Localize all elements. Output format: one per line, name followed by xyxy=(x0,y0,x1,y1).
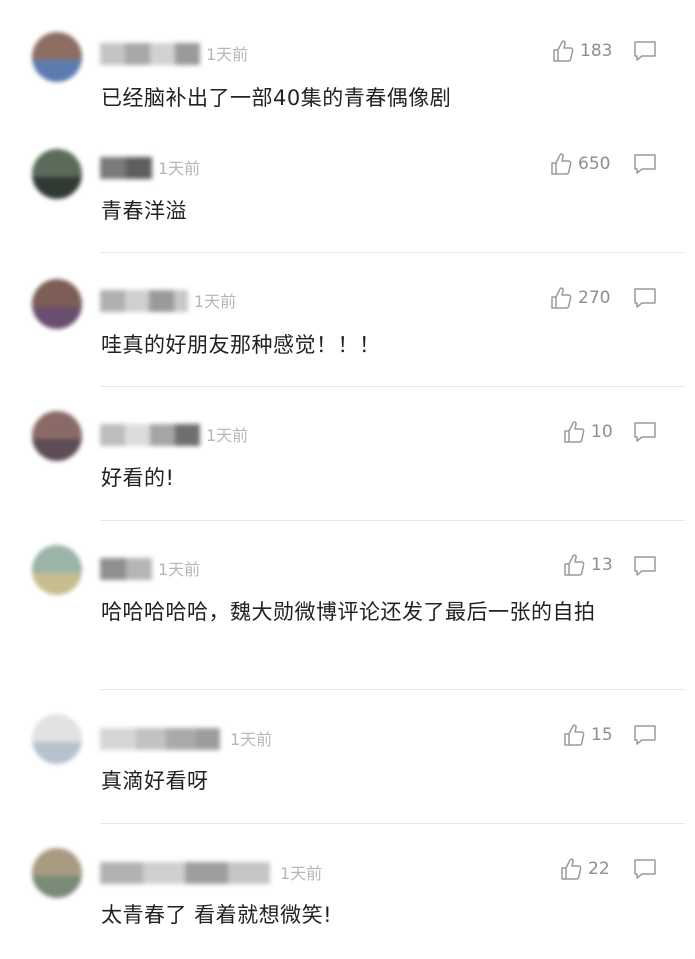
comment-text: 已经脑补出了一部40集的青春偶像剧 xyxy=(101,86,452,110)
reply-button[interactable] xyxy=(633,40,657,62)
comment-time: 1天前 xyxy=(206,426,249,445)
avatar[interactable] xyxy=(32,149,82,199)
username-blurred[interactable] xyxy=(100,862,270,884)
comment-item: 1天前 13 哈哈哈哈哈，魏大勋微博评论还发了最后一张的自拍 xyxy=(0,521,695,690)
comment-item: 1天前 183 已经脑补出了一部40集的青春偶像剧 xyxy=(0,0,695,135)
reply-button[interactable] xyxy=(633,724,657,746)
username-blurred[interactable] xyxy=(100,290,188,312)
avatar[interactable] xyxy=(32,32,82,82)
username-blurred[interactable] xyxy=(100,157,152,179)
comment-bubble-icon xyxy=(633,422,657,447)
like-count: 650 xyxy=(578,154,611,174)
comment-bubble-icon xyxy=(633,556,657,581)
like-button[interactable]: 15 xyxy=(563,722,613,748)
like-count: 15 xyxy=(591,725,613,745)
reply-button[interactable] xyxy=(633,555,657,577)
like-count: 13 xyxy=(591,555,613,575)
like-count: 10 xyxy=(591,422,613,442)
comment-text: 真滴好看呀 xyxy=(101,769,209,793)
thumbs-up-icon xyxy=(550,286,572,310)
comment-time: 1天前 xyxy=(158,560,201,579)
like-count: 22 xyxy=(588,859,610,879)
comment-text: 哇真的好朋友那种感觉！！！ xyxy=(101,333,381,357)
like-button[interactable]: 183 xyxy=(552,38,612,64)
comment-list: 1天前 183 已经脑补出了一部40集的青春偶像剧 1天前 650 青春洋溢 1… xyxy=(0,0,695,959)
comment-text: 哈哈哈哈哈，魏大勋微博评论还发了最后一张的自拍 xyxy=(101,600,596,624)
comment-time: 1天前 xyxy=(194,292,237,311)
reply-button[interactable] xyxy=(633,421,657,443)
like-button[interactable]: 22 xyxy=(560,856,610,882)
thumbs-up-icon xyxy=(550,152,572,176)
comment-item: 1天前 15 真滴好看呀 xyxy=(0,690,695,824)
avatar[interactable] xyxy=(32,411,82,461)
comment-text: 太青春了 看着就想微笑! xyxy=(101,903,333,927)
comment-bubble-icon xyxy=(633,154,657,179)
avatar[interactable] xyxy=(32,848,82,898)
username-blurred[interactable] xyxy=(100,558,152,580)
thumbs-up-icon xyxy=(552,39,574,63)
like-count: 270 xyxy=(578,288,611,308)
thumbs-up-icon xyxy=(563,420,585,444)
avatar[interactable] xyxy=(32,714,82,764)
comment-text: 好看的! xyxy=(101,466,175,490)
comment-time: 1天前 xyxy=(206,45,249,64)
username-blurred[interactable] xyxy=(100,728,220,750)
thumbs-up-icon xyxy=(563,723,585,747)
avatar[interactable] xyxy=(32,279,82,329)
like-button[interactable]: 10 xyxy=(563,419,613,445)
reply-button[interactable] xyxy=(633,287,657,309)
comment-bubble-icon xyxy=(633,859,657,884)
comment-time: 1天前 xyxy=(158,159,201,178)
comment-item: 1天前 22 太青春了 看着就想微笑! xyxy=(0,824,695,959)
like-button[interactable]: 650 xyxy=(550,151,610,177)
username-blurred[interactable] xyxy=(100,43,200,65)
avatar[interactable] xyxy=(32,545,82,595)
reply-button[interactable] xyxy=(633,858,657,880)
like-count: 183 xyxy=(580,41,613,61)
thumbs-up-icon xyxy=(563,553,585,577)
thumbs-up-icon xyxy=(560,857,582,881)
comment-time: 1天前 xyxy=(230,730,273,749)
comment-bubble-icon xyxy=(633,41,657,66)
like-button[interactable]: 270 xyxy=(550,285,610,311)
comment-bubble-icon xyxy=(633,725,657,750)
reply-button[interactable] xyxy=(633,153,657,175)
comment-item: 1天前 650 青春洋溢 xyxy=(0,135,695,253)
comment-time: 1天前 xyxy=(280,864,323,883)
comment-item: 1天前 270 哇真的好朋友那种感觉！！！ xyxy=(0,253,695,387)
comment-text: 青春洋溢 xyxy=(101,199,187,223)
comment-bubble-icon xyxy=(633,288,657,313)
comment-item: 1天前 10 好看的! xyxy=(0,387,695,521)
like-button[interactable]: 13 xyxy=(563,552,613,578)
username-blurred[interactable] xyxy=(100,424,200,446)
